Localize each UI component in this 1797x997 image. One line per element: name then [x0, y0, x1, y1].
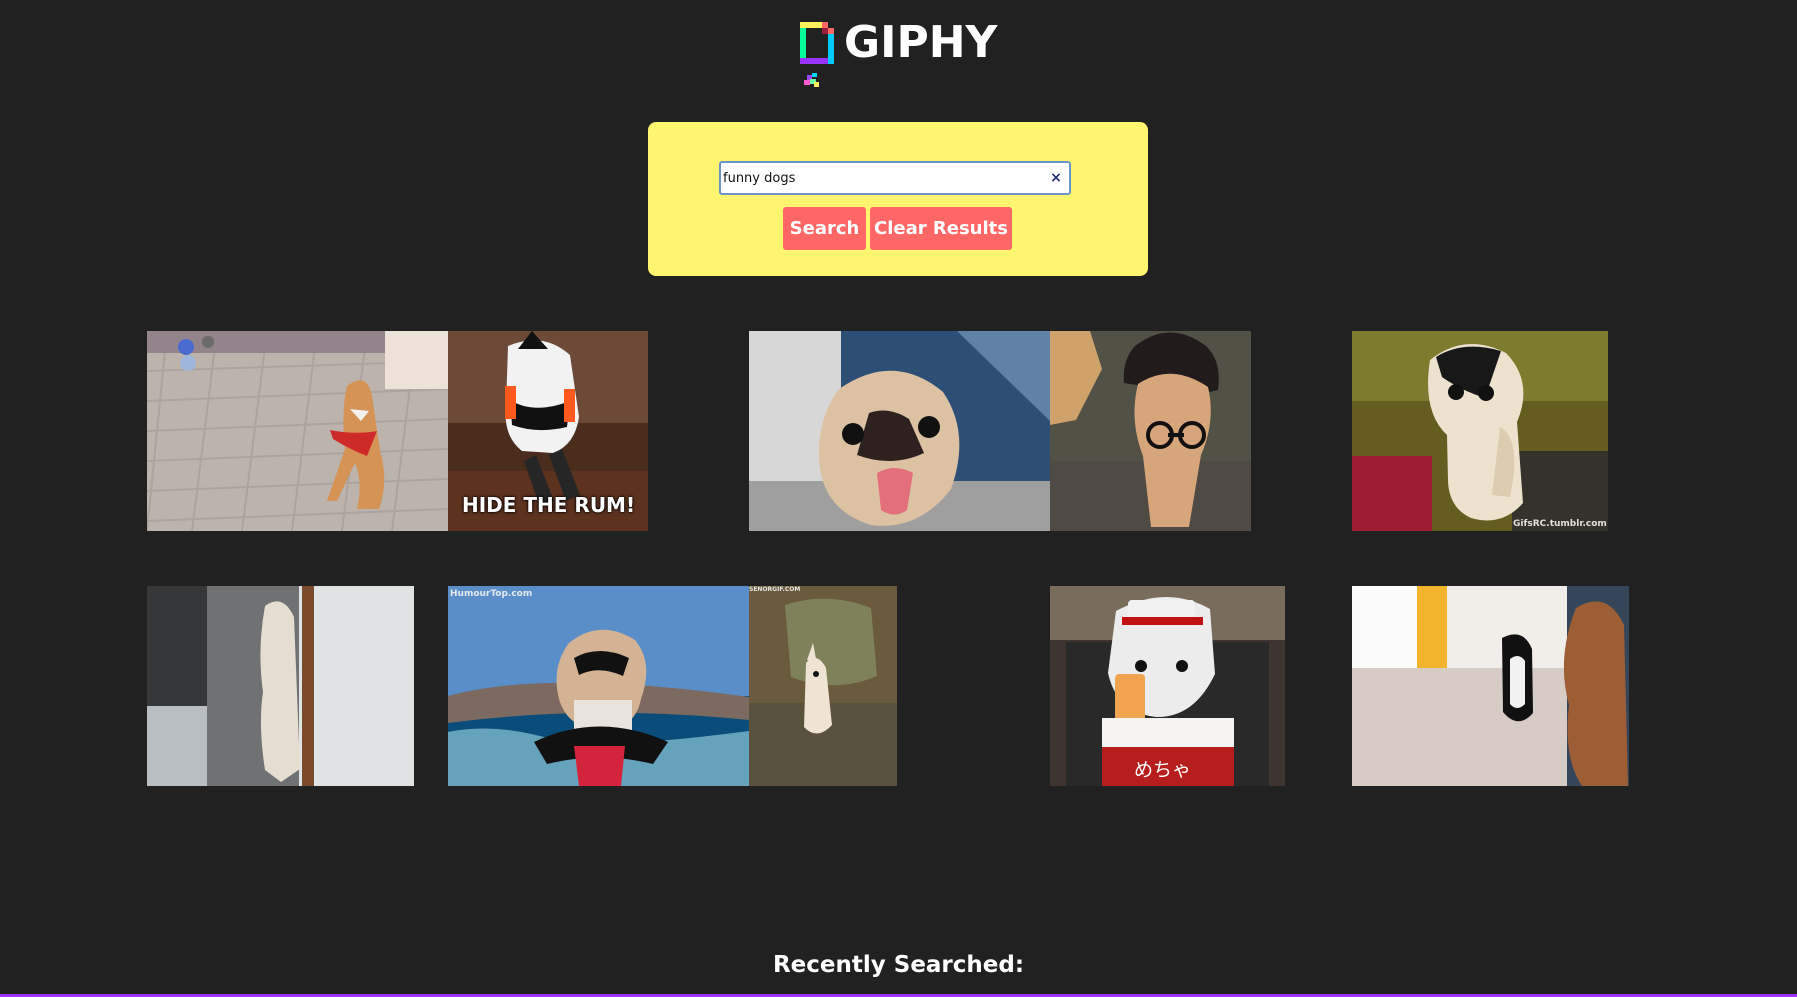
gif-bulldog-jetski[interactable]: HumourTop.com: [448, 586, 749, 786]
boston-terrier-watermark: GifsRC.tumblr.com: [1513, 519, 1607, 529]
bulldog-jetski-scene: [448, 586, 749, 786]
penguin-and-dog-scene: [1352, 586, 1629, 786]
search-input[interactable]: [723, 165, 1041, 191]
search-field[interactable]: ×: [719, 161, 1071, 195]
dog-bandana-scene: [147, 331, 448, 531]
jetski-watermark: HumourTop.com: [450, 589, 533, 599]
recently-searched-heading: Recently Searched:: [772, 952, 1025, 978]
gif-boxer-costume[interactable]: [1050, 331, 1251, 531]
giphy-search-page: GIPHY × Search Clear Results: [0, 0, 1797, 997]
clear-results-button[interactable]: Clear Results: [870, 207, 1012, 250]
gif-hide-the-rum[interactable]: HIDE THE RUM!: [448, 331, 648, 531]
hide-the-rum-caption: HIDE THE RUM!: [462, 493, 636, 517]
gif-dog-bandana[interactable]: [147, 331, 448, 531]
giphy-logo-icon: [800, 22, 834, 64]
search-panel: × Search Clear Results: [648, 122, 1148, 276]
small-dog-sofa-scene: [749, 586, 897, 786]
boston-terrier-scene: [1352, 331, 1608, 531]
gif-boston-terrier[interactable]: GifsRC.tumblr.com: [1352, 331, 1608, 531]
giphy-logo-text: GIPHY: [844, 17, 998, 68]
search-button[interactable]: Search: [783, 207, 866, 250]
french-bulldog-caption: めちゃ: [1134, 759, 1192, 781]
sofa-watermark: SENORGIF.COM: [749, 586, 801, 593]
pug-closeup-scene: [749, 331, 1050, 531]
gif-small-dog-sofa[interactable]: SENORGIF.COM: [749, 586, 897, 786]
boxer-costume-scene: [1050, 331, 1251, 531]
giphy-sticker-icon: [803, 73, 821, 89]
gif-dog-behind-door[interactable]: [147, 586, 414, 786]
gif-pug-closeup[interactable]: [749, 331, 1050, 531]
dog-behind-door-scene: [147, 586, 414, 786]
giphy-logo[interactable]: GIPHY: [800, 18, 997, 68]
clear-input-icon[interactable]: ×: [1049, 170, 1063, 186]
gif-penguin-and-dog[interactable]: [1352, 586, 1629, 786]
gif-french-bulldog-phone[interactable]: めちゃ: [1050, 586, 1285, 786]
